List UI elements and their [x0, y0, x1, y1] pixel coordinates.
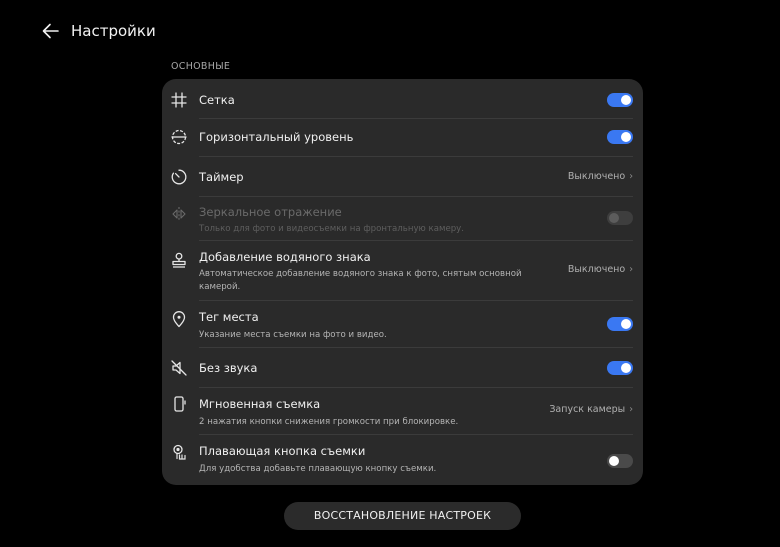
watermark-icon [170, 251, 188, 269]
setting-title: Добавление водяного знака [199, 250, 371, 264]
setting-title: Мгновенная съемка [199, 397, 321, 411]
floating-shutter-icon [170, 443, 188, 461]
chevron-right-icon: › [629, 404, 633, 415]
floating-shutter-toggle[interactable] [607, 454, 633, 468]
setting-title: Таймер [199, 170, 244, 184]
setting-subtitle: Автоматическое добавление водяного знака… [199, 269, 522, 292]
setting-row-floating-shutter[interactable]: Плавающая кнопка съемки Для удобства доб… [162, 435, 643, 485]
back-button[interactable] [40, 20, 62, 42]
setting-title: Без звука [199, 361, 258, 375]
page-title: Настройки [71, 22, 156, 40]
setting-value: Запуск камеры [549, 404, 626, 415]
grid-toggle[interactable] [607, 93, 633, 107]
silent-toggle[interactable] [607, 361, 633, 375]
location-icon [170, 310, 188, 328]
horizontal-level-toggle[interactable] [607, 130, 633, 144]
mirror-icon [170, 205, 188, 223]
setting-subtitle: Указание места съемки на фото и видео. [199, 330, 387, 340]
arrow-left-icon [42, 23, 59, 39]
setting-row-instant-capture[interactable]: Мгновенная съемка 2 нажатия кнопки сниже… [162, 388, 643, 435]
mute-icon [170, 359, 188, 377]
setting-title: Зеркальное отражение [199, 205, 342, 219]
setting-value: Выключено [567, 171, 626, 182]
watermark-value[interactable]: Выключено › [568, 264, 633, 275]
chevron-right-icon: › [629, 171, 633, 182]
setting-row-location-tag[interactable]: Тег места Указание места съемки на фото … [162, 301, 643, 348]
setting-title: Горизонтальный уровень [199, 130, 354, 144]
setting-row-silent[interactable]: Без звука [162, 348, 643, 388]
setting-title: Сетка [199, 93, 235, 107]
timer-value[interactable]: Выключено › [568, 171, 633, 182]
setting-row-timer[interactable]: Таймер Выключено › [162, 157, 643, 197]
setting-subtitle: Только для фото и видеосъемки на фронтал… [199, 224, 465, 234]
setting-subtitle: 2 нажатия кнопки снижения громкости при … [199, 417, 459, 427]
setting-value: Выключено [567, 264, 626, 275]
section-label: ОСНОВНЫЕ [171, 61, 231, 72]
setting-row-mirror: Зеркальное отражение Только для фото и в… [162, 197, 643, 241]
setting-row-grid[interactable]: Сетка [162, 79, 643, 119]
timer-icon [170, 168, 188, 186]
chevron-right-icon: › [629, 264, 633, 275]
setting-title: Тег места [199, 310, 259, 324]
setting-row-watermark[interactable]: Добавление водяного знака Автоматическое… [162, 241, 643, 301]
reset-settings-button[interactable]: ВОССТАНОВЛЕНИЕ НАСТРОЕК [284, 502, 521, 530]
setting-row-horizontal-level[interactable]: Горизонтальный уровень [162, 118, 643, 157]
grid-icon [170, 91, 188, 109]
phone-icon [170, 395, 188, 413]
header-bar: Настройки [0, 0, 780, 60]
mirror-toggle [607, 211, 633, 225]
level-icon [170, 128, 188, 146]
setting-title: Плавающая кнопка съемки [199, 444, 366, 458]
setting-subtitle: Для удобства добавьте плавающую кнопку с… [199, 464, 437, 474]
settings-card: Сетка Горизонтальный уровень Таймер Выкл… [162, 79, 643, 485]
instant-capture-value[interactable]: Запуск камеры › [549, 404, 633, 415]
location-tag-toggle[interactable] [607, 317, 633, 331]
